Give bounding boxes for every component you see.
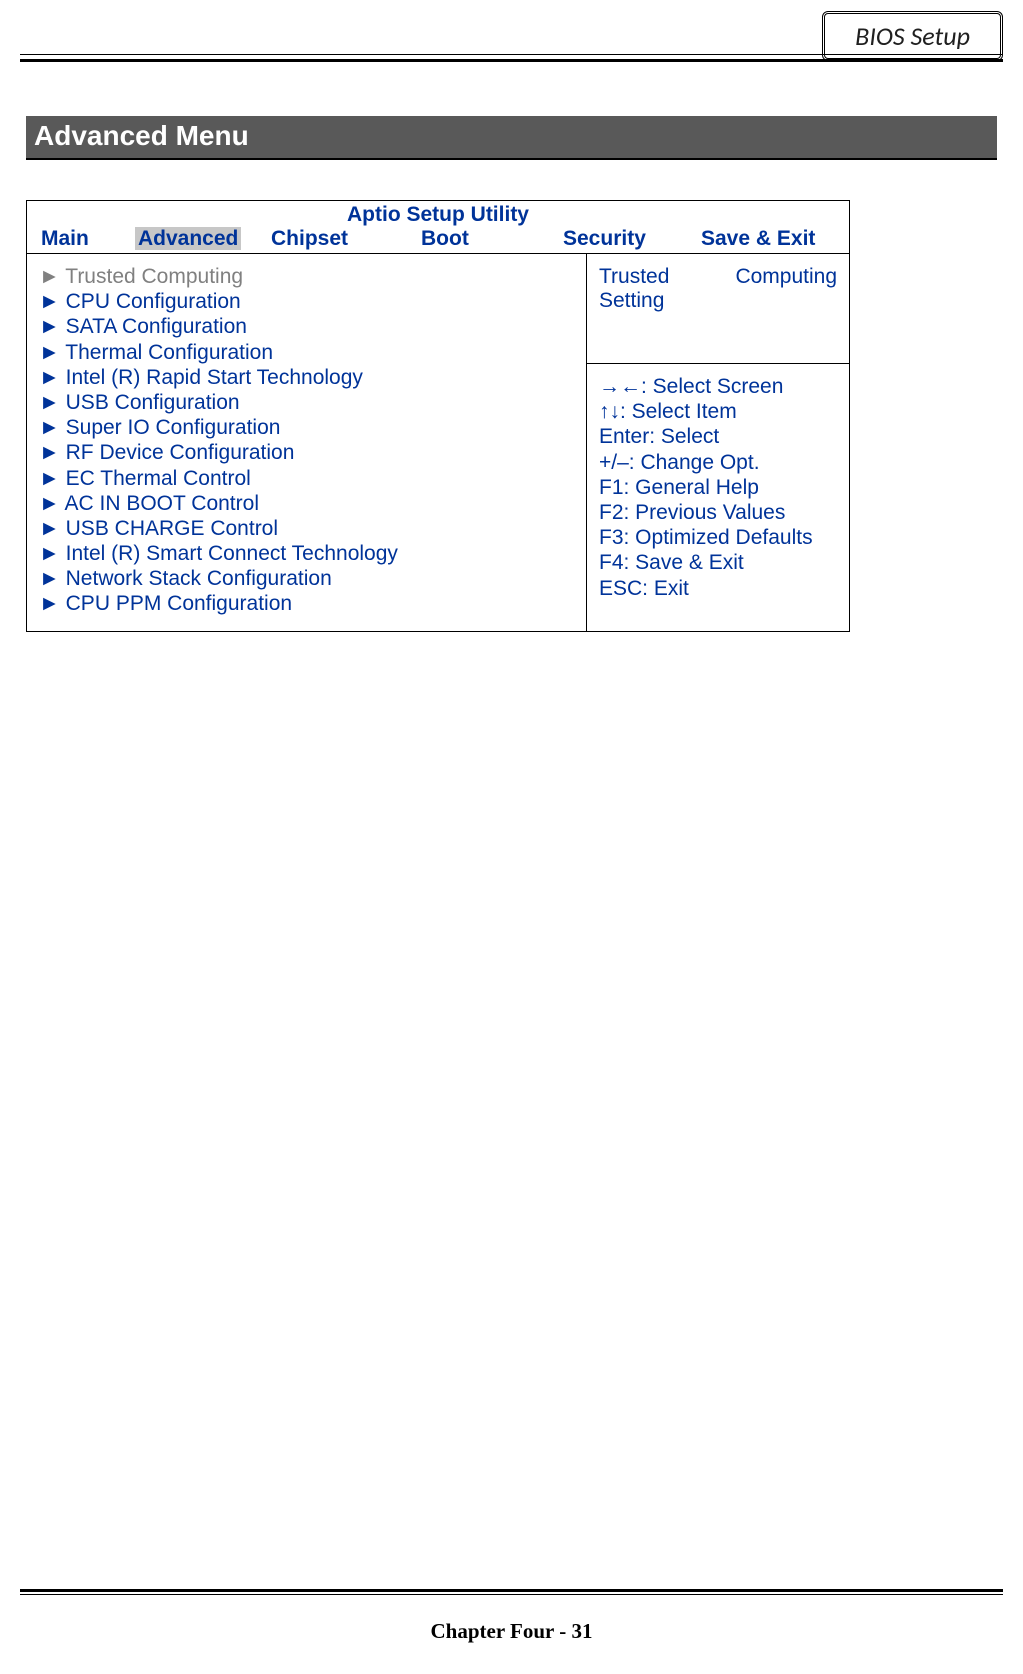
footer-rule-thin: [20, 1594, 1003, 1595]
bios-tabs: Main Advanced Chipset Boot Security Save…: [27, 227, 849, 254]
tab-save-exit[interactable]: Save & Exit: [701, 227, 815, 251]
menu-item-usb-configuration[interactable]: ► USB Configuration: [39, 390, 574, 415]
footer-rule-thick: [20, 1589, 1003, 1592]
submenu-icon: ►: [39, 315, 60, 338]
menu-item-cpu-configuration[interactable]: ► CPU Configuration: [39, 289, 574, 314]
help-line: →←: Select Screen: [599, 374, 837, 399]
menu-item-network-stack[interactable]: ► Network Stack Configuration: [39, 566, 574, 591]
tab-advanced[interactable]: Advanced: [135, 227, 259, 251]
submenu-icon: ►: [39, 366, 60, 389]
info-word: Computing: [735, 264, 837, 289]
menu-item-cpu-ppm[interactable]: ► CPU PPM Configuration: [39, 591, 574, 616]
menu-item-usb-charge[interactable]: ► USB CHARGE Control: [39, 516, 574, 541]
info-word: Trusted: [599, 264, 669, 289]
submenu-icon: ►: [39, 441, 60, 464]
menu-item-sata-configuration[interactable]: ► SATA Configuration: [39, 314, 574, 339]
help-line: F3: Optimized Defaults: [599, 525, 837, 550]
menu-item-rapid-start[interactable]: ► Intel (R) Rapid Start Technology: [39, 365, 574, 390]
menu-item-super-io[interactable]: ► Super IO Configuration: [39, 415, 574, 440]
bios-help-box: →←: Select Screen ↑↓: Select Item Enter:…: [587, 364, 849, 617]
info-word: Setting: [599, 289, 837, 313]
header-rule-thin: [20, 54, 1003, 55]
header-rule-thick: [20, 59, 1003, 62]
submenu-icon: ►: [39, 467, 60, 490]
submenu-icon: ►: [39, 265, 60, 288]
help-line: F1: General Help: [599, 475, 837, 500]
section-title: Advanced Menu: [26, 116, 997, 160]
submenu-icon: ►: [39, 517, 60, 540]
menu-item-thermal-configuration[interactable]: ► Thermal Configuration: [39, 340, 574, 365]
help-line: F4: Save & Exit: [599, 550, 837, 575]
menu-item-trusted-computing[interactable]: ► Trusted Computing: [39, 264, 574, 289]
tab-security[interactable]: Security: [563, 227, 689, 251]
tab-main[interactable]: Main: [41, 227, 123, 251]
submenu-icon: ►: [39, 416, 60, 439]
bios-menu-list: ► Trusted Computing ► CPU Configuration …: [27, 254, 587, 631]
help-line: ↑↓: Select Item: [599, 399, 837, 424]
bios-title: Aptio Setup Utility: [27, 201, 849, 227]
submenu-icon: ►: [39, 567, 60, 590]
bios-panel: Aptio Setup Utility Main Advanced Chipse…: [26, 200, 850, 632]
help-line: ESC: Exit: [599, 576, 837, 601]
submenu-icon: ►: [39, 592, 60, 615]
bios-info-box: Trusted Computing Setting: [587, 254, 849, 364]
submenu-icon: ►: [39, 542, 60, 565]
submenu-icon: ►: [39, 391, 60, 414]
tab-boot[interactable]: Boot: [421, 227, 551, 251]
help-line: Enter: Select: [599, 424, 837, 449]
submenu-icon: ►: [39, 341, 60, 364]
submenu-icon: ►: [39, 290, 60, 313]
tab-chipset[interactable]: Chipset: [271, 227, 409, 251]
menu-item-rf-device[interactable]: ► RF Device Configuration: [39, 440, 574, 465]
help-line: +/–: Change Opt.: [599, 450, 837, 475]
page-footer: Chapter Four - 31: [0, 1619, 1023, 1644]
menu-item-ec-thermal[interactable]: ► EC Thermal Control: [39, 466, 574, 491]
menu-item-ac-in-boot[interactable]: ► AC IN BOOT Control: [39, 491, 574, 516]
help-line: F2: Previous Values: [599, 500, 837, 525]
submenu-icon: ►: [39, 492, 60, 515]
menu-item-smart-connect[interactable]: ► Intel (R) Smart Connect Technology: [39, 541, 574, 566]
